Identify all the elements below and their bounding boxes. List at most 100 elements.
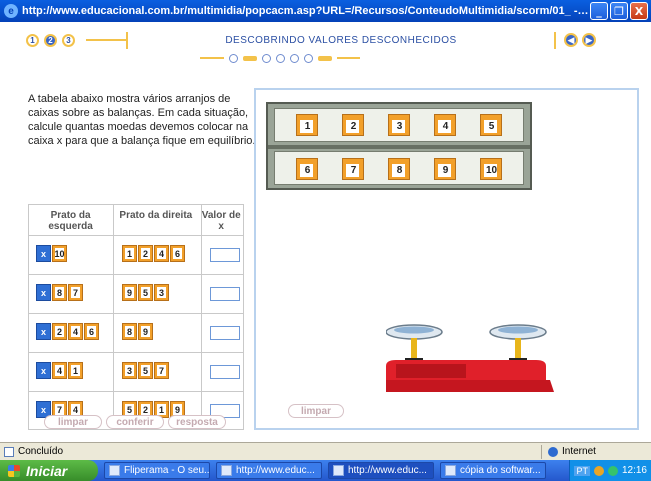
box-value: 4 xyxy=(56,365,62,376)
task-label: cópia do softwar... xyxy=(460,465,541,476)
start-button[interactable]: Iniciar xyxy=(0,460,98,481)
tray-network-icon[interactable] xyxy=(607,465,618,476)
arrangements-table: Prato da esquerda Prato da direita Valor… xyxy=(28,204,244,430)
activity-header: DESCOBRINDO VALORES DESCONHECIDOS xyxy=(126,32,556,49)
box-value: 1 xyxy=(72,365,78,376)
box-value: x xyxy=(40,248,46,259)
draggable-box-2[interactable]: 2 xyxy=(342,114,364,136)
close-button[interactable]: X xyxy=(630,2,648,20)
coin-box: 10 xyxy=(52,245,67,262)
coin-box: 9 xyxy=(122,284,137,301)
coin-box: 7 xyxy=(154,362,169,379)
x-value-input[interactable] xyxy=(210,326,240,340)
window-title-bar[interactable]: e http://www.educacional.com.br/multimid… xyxy=(0,0,651,22)
box-value: 3 xyxy=(126,365,132,376)
start-label: Iniciar xyxy=(26,462,68,479)
pencil-icon xyxy=(317,55,332,61)
box-value: 7 xyxy=(72,287,78,298)
box-value: 5 xyxy=(126,404,132,415)
forward-arrow-icon[interactable]: ▶ xyxy=(582,33,596,47)
coin-box: 4 xyxy=(68,323,83,340)
draggable-box-10[interactable]: 10 xyxy=(480,158,502,180)
box-value: x xyxy=(40,365,46,376)
right-pan-boxes: 953 xyxy=(121,284,169,304)
clear-scale-button[interactable]: limpar xyxy=(288,404,344,418)
task-label: Fliperama - O seu... xyxy=(124,465,210,476)
draggable-box-6[interactable]: 6 xyxy=(296,158,318,180)
taskbar-item-active[interactable]: http://www.educ... xyxy=(328,462,434,479)
x-value-input[interactable] xyxy=(210,287,240,301)
box-value: 5 xyxy=(142,365,148,376)
draggable-box-3[interactable]: 3 xyxy=(388,114,410,136)
back-arrow-icon[interactable]: ◀ xyxy=(564,33,578,47)
box-value: 4 xyxy=(442,121,449,132)
language-indicator[interactable]: PT xyxy=(574,465,590,476)
coin-box: 5 xyxy=(138,284,153,301)
coin-box: 2 xyxy=(52,323,67,340)
x-value-input[interactable] xyxy=(210,248,240,262)
box-value: 2 xyxy=(142,404,148,415)
page-dot[interactable] xyxy=(303,53,313,63)
step-3-button[interactable]: 3 xyxy=(62,34,75,47)
box-value: 9 xyxy=(126,287,132,298)
right-pan-boxes: 89 xyxy=(121,323,153,343)
table-row: x87 953 xyxy=(29,274,243,313)
box-value: 4 xyxy=(72,326,78,337)
box-value: 6 xyxy=(304,165,311,176)
box-value: 4 xyxy=(72,404,78,415)
box-value: 9 xyxy=(142,326,148,337)
taskbar: Iniciar Fliperama - O seu... http://www.… xyxy=(0,460,651,481)
intro-text: A tabela abaixo mostra vários arranjos d… xyxy=(28,93,256,147)
x-value-input[interactable] xyxy=(210,365,240,379)
box-value: 10 xyxy=(54,248,65,259)
draggable-box-4[interactable]: 4 xyxy=(434,114,456,136)
box-value: 7 xyxy=(158,365,164,376)
header-x-value: Valor de x xyxy=(201,210,241,232)
coin-box: 8 xyxy=(122,323,137,340)
box-value: x xyxy=(40,287,46,298)
draggable-box-9[interactable]: 9 xyxy=(434,158,456,180)
taskbar-item[interactable]: http://www.educ... xyxy=(216,462,322,479)
page-dot[interactable] xyxy=(275,53,285,63)
coin-box: 2 xyxy=(138,245,153,262)
tray-shield-icon[interactable] xyxy=(593,465,604,476)
page-dot[interactable] xyxy=(289,53,299,63)
box-value: 5 xyxy=(488,121,495,132)
step-2-button[interactable]: 2 xyxy=(44,34,57,47)
box-value: 9 xyxy=(442,165,449,176)
ie-window-icon xyxy=(221,465,232,476)
unknown-x-box: x xyxy=(36,362,51,379)
maximize-button[interactable]: ❐ xyxy=(610,2,628,20)
draggable-box-7[interactable]: 7 xyxy=(342,158,364,180)
minimize-button[interactable]: _ xyxy=(590,2,608,20)
windows-flag-icon xyxy=(8,464,20,477)
taskbar-item[interactable]: Fliperama - O seu... xyxy=(104,462,210,479)
draggable-box-5[interactable]: 5 xyxy=(480,114,502,136)
coin-box: 6 xyxy=(170,245,185,262)
draggable-box-1[interactable]: 1 xyxy=(296,114,318,136)
page-dot[interactable] xyxy=(228,53,238,63)
unknown-x-box: x xyxy=(36,284,51,301)
page-dot[interactable] xyxy=(261,53,271,63)
box-value: 6 xyxy=(174,248,180,259)
status-text: Concluído xyxy=(18,446,64,457)
box-value: 9 xyxy=(174,404,180,415)
step-1-button[interactable]: 1 xyxy=(26,34,39,47)
box-value: 7 xyxy=(56,404,62,415)
page-done-icon xyxy=(4,446,14,457)
answer-button[interactable]: resposta xyxy=(168,415,226,429)
balance-scale xyxy=(386,324,554,392)
draggable-box-8[interactable]: 8 xyxy=(388,158,410,180)
box-value: 8 xyxy=(396,165,403,176)
coin-box: 3 xyxy=(154,284,169,301)
left-pan-boxes: x246 xyxy=(35,323,99,343)
internet-zone-icon xyxy=(548,446,558,457)
check-button[interactable]: conferir xyxy=(106,415,164,429)
box-value: 7 xyxy=(350,165,357,176)
box-value: 4 xyxy=(158,248,164,259)
box-value: 2 xyxy=(142,248,148,259)
box-value: 10 xyxy=(485,165,498,176)
clear-button[interactable]: limpar xyxy=(44,415,102,429)
table-header: Prato da esquerda Prato da direita Valor… xyxy=(29,205,243,235)
taskbar-item[interactable]: cópia do softwar... xyxy=(440,462,546,479)
